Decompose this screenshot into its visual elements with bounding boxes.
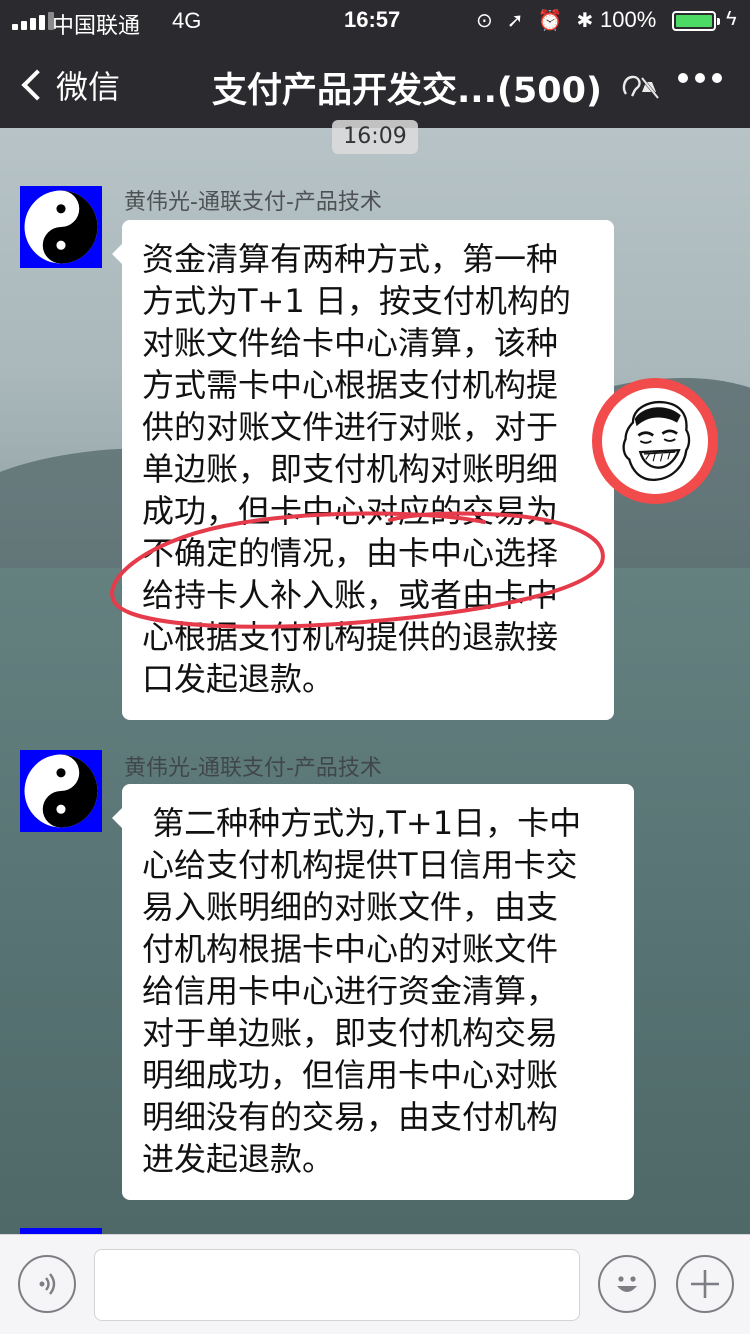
message-line: 成功，但卡中心对应的交易为 — [142, 492, 559, 530]
carrier-label: 中国联通 — [52, 13, 141, 38]
earpiece-mute-icon — [620, 72, 660, 108]
message-line: 给持卡人补入账，或者由卡中 — [142, 576, 559, 614]
charging-icon: ϟ — [726, 8, 737, 30]
message-line: 资金清算有两种方式，第一种 — [142, 240, 559, 278]
plus-icon — [691, 1270, 719, 1298]
message-line: 不确定的情况，由卡中心选择 — [142, 534, 559, 572]
message-line: 第二种种方式为,T+1日，卡中 — [142, 804, 582, 842]
plus-button[interactable] — [676, 1255, 734, 1313]
back-button[interactable]: 微信 — [18, 62, 120, 108]
bluetooth-icon: ✱ — [576, 10, 594, 32]
dot-icon — [678, 73, 688, 83]
nav-bar: 微信 支付产品开发交...(500) — [0, 40, 750, 128]
dot-icon — [695, 73, 705, 83]
message-line: 付机构根据卡中心的对账文件 — [142, 930, 559, 968]
clock: 16:57 — [344, 7, 401, 32]
alarm-icon: ⏰ — [537, 10, 563, 32]
sender-name: 黄伟光-通联支付-产品技术 — [124, 190, 382, 215]
message-line: 心根据支付机构提供的退款接 — [142, 618, 559, 656]
message-line: 对于单边账，即支付机构交易 — [142, 1014, 559, 1052]
more-options-button[interactable] — [678, 73, 722, 83]
orientation-lock-icon: ⊙ — [476, 10, 493, 32]
voice-button[interactable] — [18, 1255, 76, 1313]
yin-yang-icon — [24, 190, 98, 264]
input-bar — [0, 1234, 750, 1334]
meme-face-sticker — [592, 378, 718, 504]
battery-icon — [672, 11, 720, 31]
message-line: 口发起退款。 — [142, 660, 335, 698]
chat-title: 支付产品开发交...(500) — [212, 71, 602, 111]
message-line: 供的对账文件进行对账，对于 — [142, 408, 559, 446]
battery-percent: 100% — [600, 7, 657, 32]
sender-name: 黄伟光-通联支付-产品技术 — [124, 756, 382, 781]
back-label: 微信 — [56, 68, 121, 106]
message-line: 易入账明细的对账文件，由支 — [142, 888, 559, 926]
message-line: 心给支付机构提供T日信用卡交 — [142, 846, 578, 884]
voice-icon — [39, 1273, 56, 1295]
laughing-face-icon — [622, 400, 691, 481]
status-icons: ⊙ ➚ ⏰ ✱ — [476, 8, 593, 33]
status-bar: 中国联通 4G 16:57 ⊙ ➚ ⏰ ✱ 100% ϟ — [0, 0, 750, 40]
yin-yang-icon — [24, 754, 98, 828]
message-line: 方式需卡中心根据支付机构提 — [142, 366, 559, 404]
location-icon: ➚ — [506, 10, 524, 32]
avatar[interactable] — [20, 186, 102, 268]
emoji-button[interactable] — [598, 1255, 656, 1313]
message-line: 给信用卡中心进行资金清算， — [142, 972, 559, 1010]
top-bar: 中国联通 4G 16:57 ⊙ ➚ ⏰ ✱ 100% ϟ 微信 支付产品开发交.… — [0, 0, 750, 128]
message-line: 方式为T+1 日，按支付机构的 — [142, 282, 571, 320]
chat-timestamp: 16:09 — [332, 120, 418, 154]
message-line: 明细没有的交易，由支付机构 — [142, 1098, 559, 1136]
avatar[interactable] — [20, 750, 102, 832]
message-line: 明细成功，但信用卡中心对账 — [142, 1056, 559, 1094]
chevron-left-icon — [21, 69, 53, 101]
network-type: 4G — [172, 8, 202, 33]
message-bubble[interactable]: 第二种种方式为,T+1日，卡中 心给支付机构提供T日信用卡交 易入账明细的对账文… — [112, 784, 634, 1200]
message-line: 单边账，即支付机构对账明细 — [142, 450, 559, 488]
emoji-icon — [617, 1276, 637, 1292]
message-line: 进发起退款。 — [142, 1140, 335, 1178]
signal-strength-icon — [12, 12, 54, 30]
message-bubble[interactable]: 资金清算有两种方式，第一种 方式为T+1 日，按支付机构的 对账文件给卡中心清算… — [112, 220, 614, 720]
dot-icon — [712, 73, 722, 83]
message-input[interactable] — [94, 1249, 580, 1321]
message-line: 对账文件给卡中心清算，该种 — [142, 324, 559, 362]
